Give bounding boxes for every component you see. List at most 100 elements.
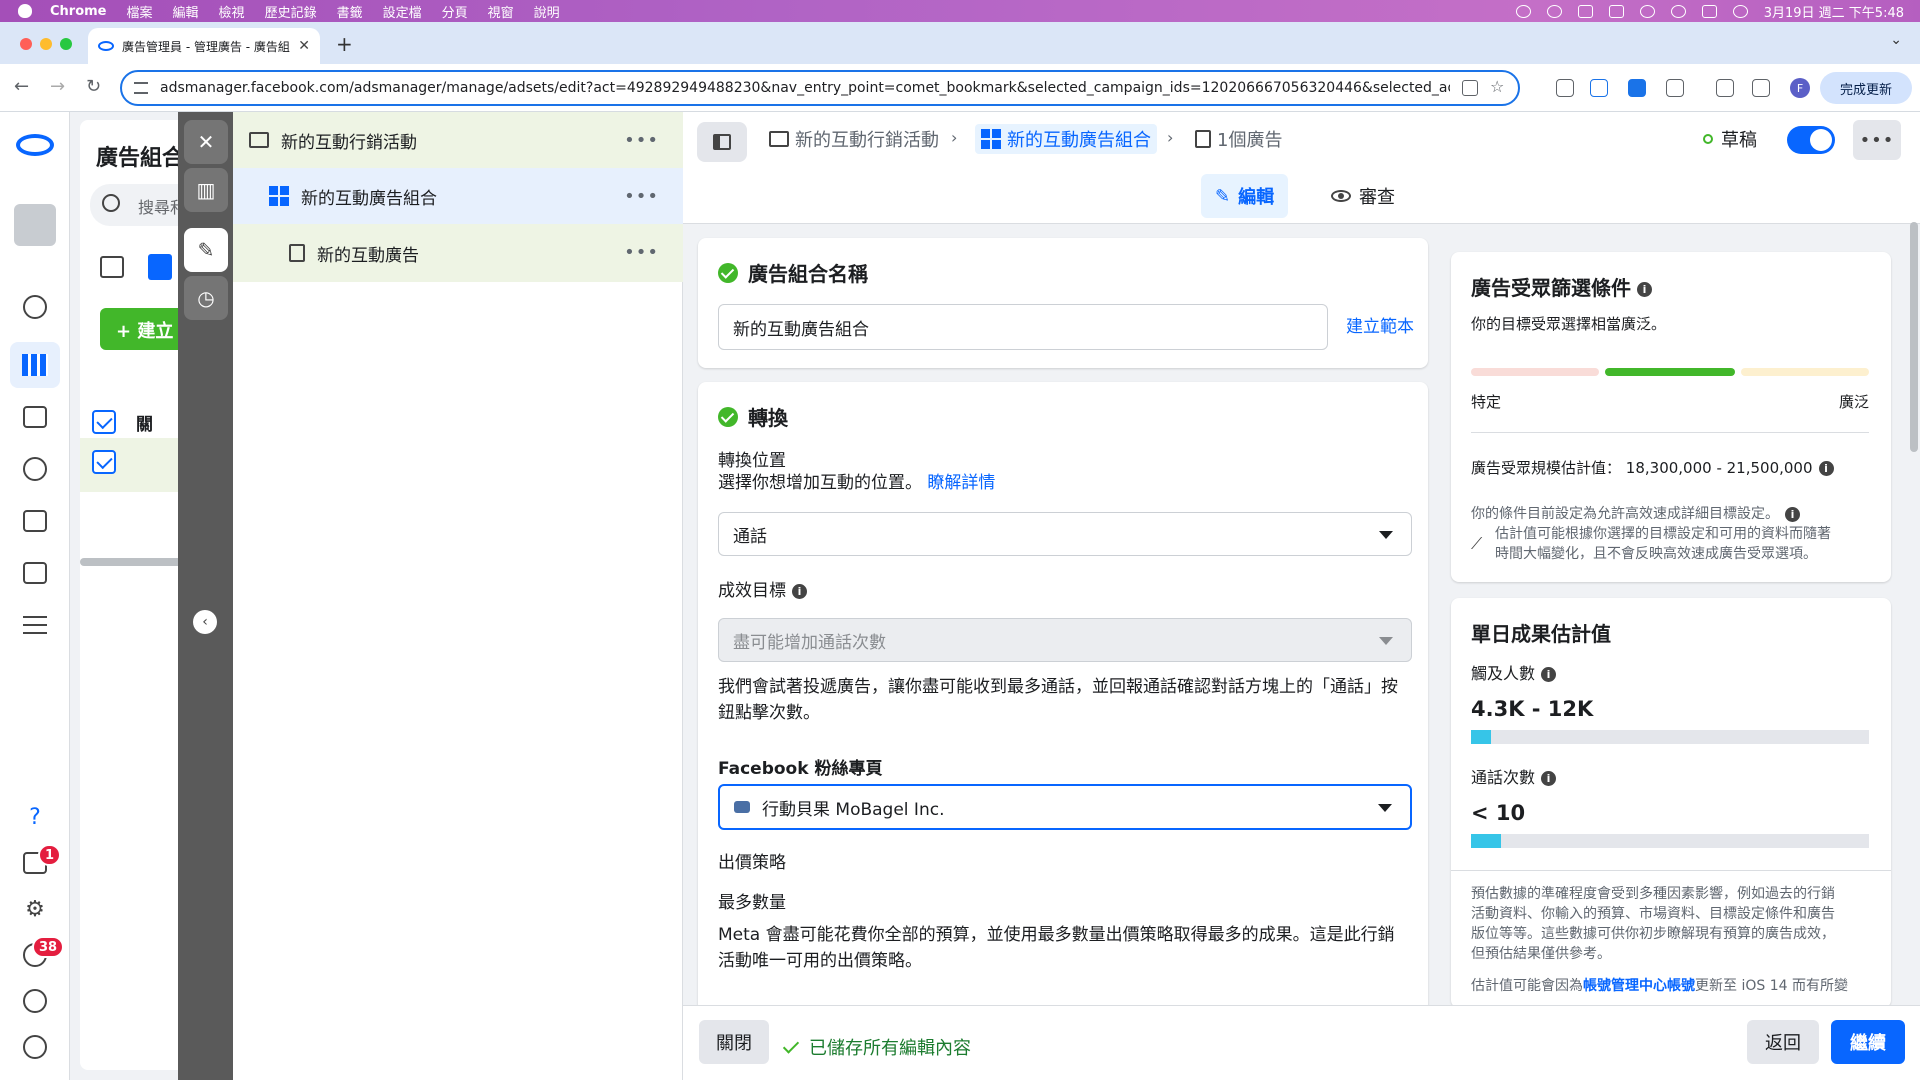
text-input-icon[interactable] [1577,4,1593,18]
extension-3-icon[interactable] [1628,79,1646,97]
menu-tab[interactable]: 分頁 [442,2,468,21]
collapse-chevron-left-icon[interactable]: ‹ [193,610,217,634]
battery-icon[interactable] [1608,4,1624,18]
create-template-link[interactable]: 建立範本 [1346,314,1414,340]
tree-item-ad[interactable]: 新的互動廣告 ••• [233,224,683,282]
siri-icon[interactable] [1732,4,1748,18]
menu-bookmarks[interactable]: 書籤 [337,2,363,21]
media-controls-icon[interactable] [1716,79,1734,97]
control-center-icon[interactable] [1701,4,1717,18]
account-avatar[interactable] [14,204,56,246]
forward-arrow-icon[interactable]: → [50,76,65,97]
meta-logo-icon[interactable] [16,134,54,156]
facebook-page-select[interactable]: 行動貝果 MoBagel Inc. [718,784,1412,830]
campaign-folder-icon[interactable] [100,256,124,278]
new-tab-button[interactable]: + [336,32,353,56]
estimate-disclaimer-line-2: 活動資料、你輸入的預算、市場資料、目標設定條件和廣告 [1471,906,1835,922]
minimize-window-button[interactable] [40,38,52,50]
breadcrumb-ads[interactable]: 1個廣告 [1195,126,1282,152]
edit-pencil-icon[interactable]: ✎ [184,228,228,272]
info-icon[interactable]: i [1818,461,1834,476]
edit-mode-button[interactable]: ✎ 編輯 [1201,174,1289,218]
campaign-more-options-icon[interactable]: ••• [624,130,659,151]
breadcrumb-adset[interactable]: 新的互動廣告組合 [975,124,1157,154]
settings-gear-icon[interactable]: ⚙ [18,892,52,926]
more-options-button[interactable]: ••• [1853,120,1901,160]
all-tools-menu-icon[interactable] [18,608,52,642]
address-bar[interactable]: adsmanager.facebook.com/adsmanager/manag… [120,70,1520,106]
finish-update-button[interactable]: 完成更新 [1820,72,1912,104]
info-icon[interactable]: i [1541,667,1557,682]
info-icon[interactable]: i [1637,282,1652,297]
extension-1-icon[interactable] [1556,79,1574,97]
column-header-delivery[interactable]: 關 [136,410,153,435]
row-checkbox[interactable] [92,450,116,474]
close-button[interactable]: 關閉 [699,1020,769,1064]
url-text[interactable]: adsmanager.facebook.com/adsmanager/manag… [160,80,1450,96]
tab-search-chevron-icon[interactable]: ⌄ [1890,32,1902,48]
select-all-checkbox[interactable] [92,410,116,434]
breadcrumb-campaign[interactable]: 新的互動行銷活動 [769,126,939,152]
close-editor-icon[interactable]: ✕ [184,120,228,164]
menu-view[interactable]: 檢視 [219,2,245,21]
learn-more-link[interactable]: 瞭解詳情 [927,473,995,493]
wifi-icon[interactable] [1639,4,1655,18]
bookmark-star-icon[interactable]: ☆ [1490,79,1506,96]
site-info-icon[interactable] [134,82,148,94]
accounts-center-link[interactable]: 帳號管理中心帳號 [1583,978,1695,994]
menu-file[interactable]: 檔案 [127,2,153,21]
campaigns-pages-icon[interactable] [18,400,52,434]
record-icon[interactable] [1546,4,1562,18]
overview-gauge-icon[interactable] [18,290,52,324]
audiences-icon[interactable] [18,452,52,486]
editor-vertical-scrollbar[interactable] [1910,222,1918,452]
adset-name-input[interactable]: 新的互動廣告組合 [718,304,1328,350]
adset-on-off-toggle[interactable] [1787,126,1835,154]
menu-profiles[interactable]: 設定檔 [383,2,422,21]
info-icon[interactable]: i [1785,506,1800,522]
continue-button[interactable]: 繼續 [1831,1020,1905,1064]
search-icon[interactable] [18,984,52,1018]
info-icon[interactable]: i [792,583,807,599]
spotlight-search-icon[interactable] [1670,4,1686,18]
ad-more-options-icon[interactable]: ••• [624,242,659,263]
performance-goal-select[interactable]: 盡可能增加通話次數 [718,618,1412,662]
back-arrow-icon[interactable]: ← [14,76,29,97]
search-icon [102,194,120,212]
toggle-panel-icon[interactable] [697,122,747,162]
reload-icon[interactable]: ↻ [86,76,101,97]
menubar-clock[interactable]: 3月19日 週二 下午5:48 [1764,2,1904,21]
menu-history[interactable]: 歷史記錄 [265,2,317,21]
audience-size-row: 廣告受眾規模估計值： 18,300,000 - 21,500,000 i [1471,458,1834,478]
menu-help[interactable]: 說明 [534,2,560,21]
review-mode-button[interactable]: 審查 [1317,174,1409,218]
billing-stack-icon[interactable] [18,504,52,538]
tree-item-campaign[interactable]: 新的互動行銷活動 ••• [233,112,683,168]
bug-report-icon[interactable] [18,1030,52,1064]
profile-avatar[interactable]: F [1790,78,1810,98]
adsets-grid-tab-icon[interactable] [148,254,172,280]
tree-item-adset[interactable]: 新的互動廣告組合 ••• [233,168,683,224]
menu-window[interactable]: 視窗 [488,2,514,21]
history-clock-icon[interactable]: ◷ [184,276,228,320]
charts-icon[interactable]: ▥ [184,168,228,212]
menu-edit[interactable]: 編輯 [173,2,199,21]
line-icon[interactable] [1515,4,1531,18]
ads-manager-table-icon[interactable] [18,348,52,382]
close-window-button[interactable] [20,38,32,50]
menu-app-chrome[interactable]: Chrome [50,4,107,19]
adset-more-options-icon[interactable]: ••• [624,186,659,207]
media-library-icon[interactable] [18,556,52,590]
zoom-window-button[interactable] [60,38,72,50]
info-icon[interactable]: i [1541,771,1557,786]
conversion-location-select[interactable]: 通話 [718,512,1412,556]
side-panel-icon[interactable] [1752,79,1770,97]
install-app-icon[interactable] [1462,80,1478,96]
apple-icon[interactable] [18,4,32,18]
help-question-icon[interactable]: ? [18,800,52,834]
browser-tab-active[interactable]: 廣告管理員 - 管理廣告 - 廣告組 ✕ [88,28,320,64]
back-button[interactable]: 返回 [1747,1020,1819,1064]
close-tab-icon[interactable]: ✕ [298,38,310,54]
extension-translate-icon[interactable] [1590,79,1608,97]
extensions-puzzle-icon[interactable] [1666,79,1684,97]
